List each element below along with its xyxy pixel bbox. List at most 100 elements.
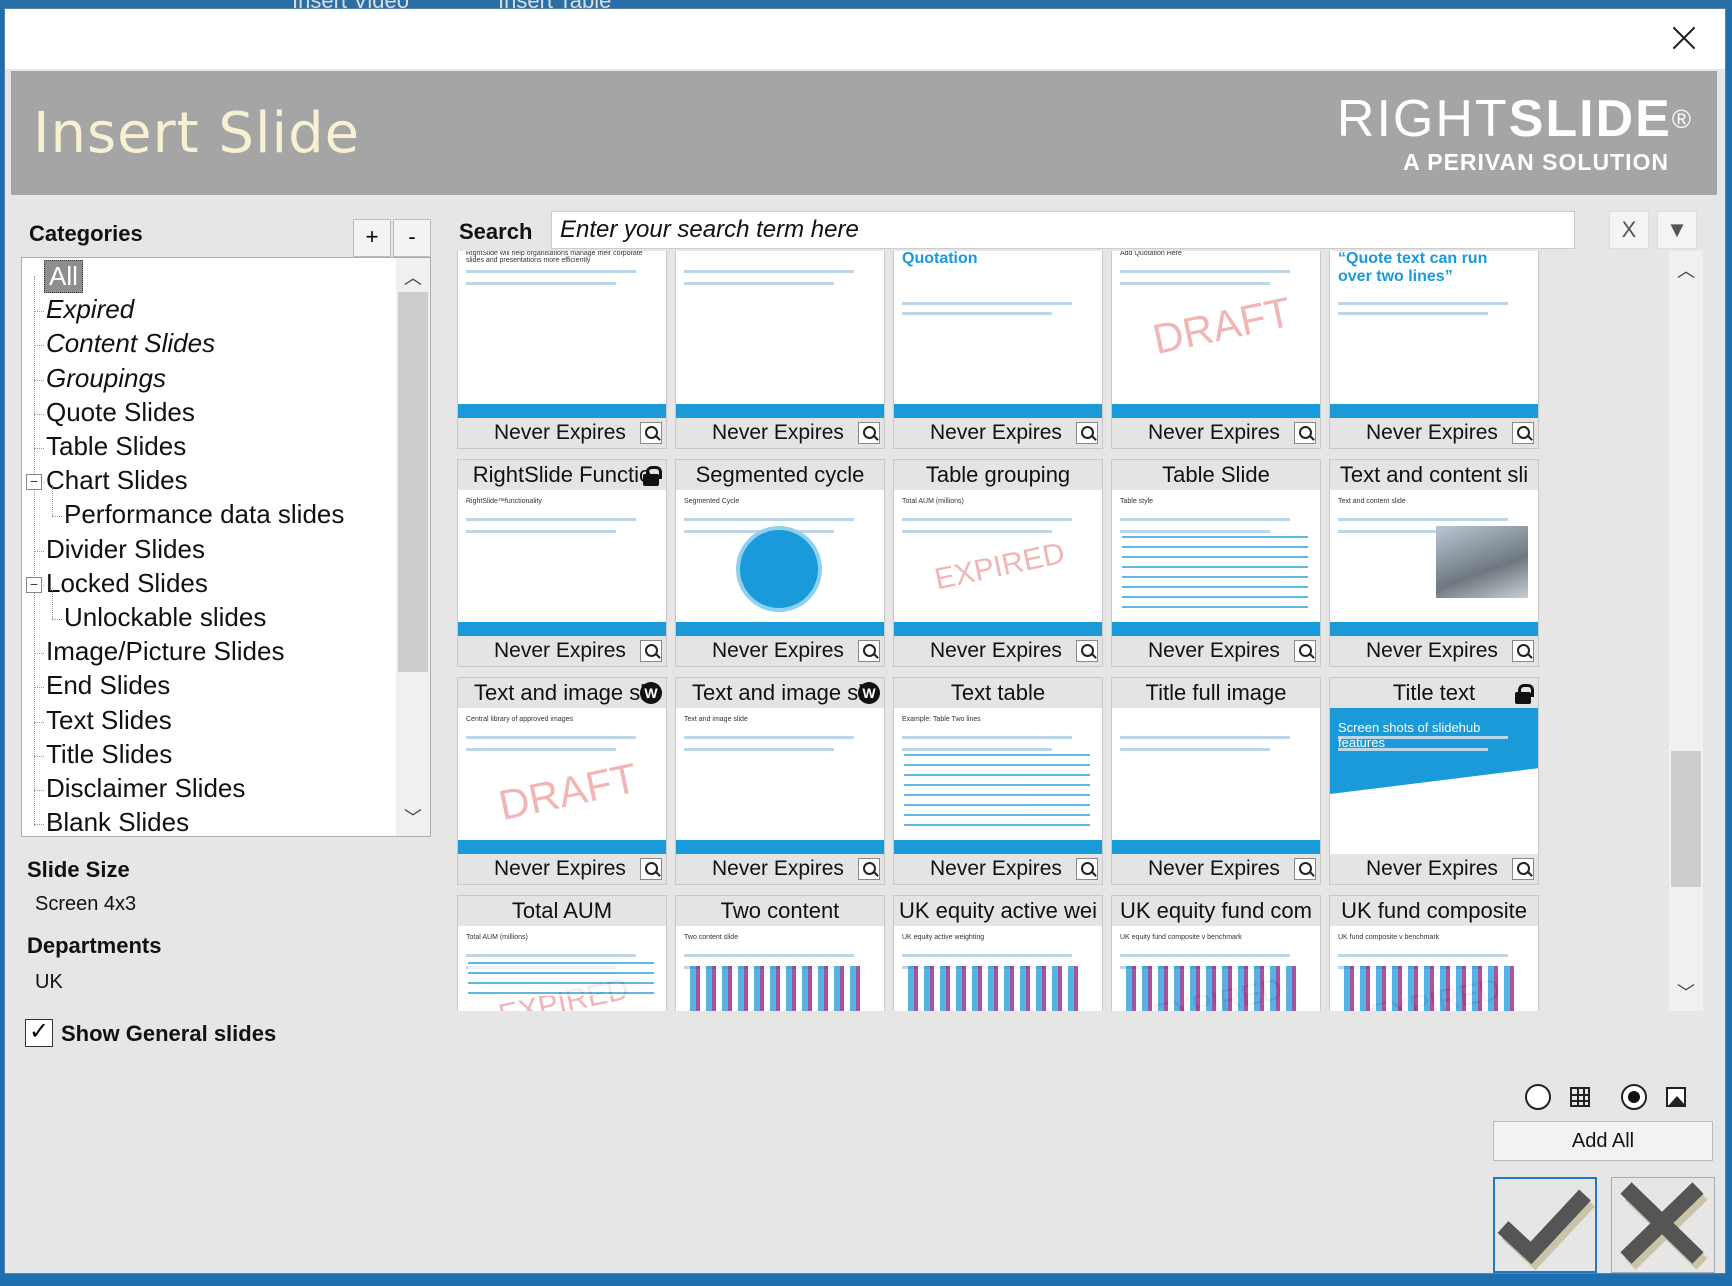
close-button[interactable] [1669,23,1699,53]
slide-tile[interactable]: UK equity fund com UK equity fund compos… [1111,895,1321,1011]
slide-thumbnail[interactable] [676,251,884,420]
category-item[interactable]: Disclaimer Slides [46,773,245,804]
category-item[interactable]: Text Slides [46,705,172,736]
zoom-icon[interactable] [640,858,662,880]
ok-button[interactable] [1493,1177,1597,1273]
zoom-icon[interactable] [1076,422,1098,444]
slide-thumbnail[interactable]: Total AUM (millions) EXPIRED [458,926,666,1011]
category-tree[interactable]: ︿ ﹀ All Expired Content Slides Groupings Quo… [21,257,431,837]
slide-tile[interactable]: UK fund composite UK fund composite v be… [1329,895,1539,1011]
slide-tile[interactable]: UK equity active wei UK equity active we… [893,895,1103,1011]
scroll-down-icon[interactable]: ﹀ [1677,979,1695,1005]
image-view-radio[interactable] [1621,1084,1647,1110]
zoom-icon[interactable] [640,640,662,662]
slide-tile[interactable]: Text table Example: Table Two lines Neve… [893,677,1103,885]
draft-watermark: DRAFT [1148,287,1296,364]
category-item[interactable]: All [44,260,83,293]
slide-thumbnail[interactable]: Add Quotation Here DRAFT [1112,251,1320,420]
clear-search-button[interactable]: X [1609,211,1649,249]
category-item[interactable]: End Slides [46,670,170,701]
slide-tile[interactable]: Segmented cycle Segmented Cycle Never Ex… [675,459,885,667]
show-general-checkbox[interactable]: ✓ [25,1019,53,1047]
slide-thumbnail[interactable]: Text and image slide [676,708,884,856]
thumbnail-caption: Table style [1120,498,1154,505]
show-general-label[interactable]: Show General slides [61,1021,276,1047]
scroll-up-icon[interactable]: ︿ [1677,257,1695,283]
slide-thumbnail[interactable]: Screen shots of slidehub features [1330,708,1538,856]
list-view-radio[interactable] [1525,1084,1551,1110]
slide-tile[interactable]: Table grouping Total AUM (millions) EXPI… [893,459,1103,667]
zoom-icon[interactable] [1294,422,1316,444]
slide-tile[interactable]: Quotation Never Expires [893,251,1103,449]
category-item[interactable]: Content Slides [46,328,215,359]
slide-tile[interactable]: RightSlide will help organisations manag… [457,251,667,449]
slide-thumbnail[interactable]: Segmented Cycle [676,490,884,638]
grid-scroll-thumb[interactable] [1671,751,1701,887]
slide-thumbnail[interactable]: Table style [1112,490,1320,638]
zoom-icon[interactable] [640,422,662,444]
slide-tile[interactable]: Title text Screen shots of slidehub feat… [1329,677,1539,885]
expiry-label: Never Expires [676,418,884,448]
category-item[interactable]: Locked Slides [46,568,208,599]
grid-scrollbar[interactable]: ︿ ﹀ [1669,251,1703,1011]
category-item[interactable]: Unlockable slides [64,602,266,633]
slide-tile[interactable]: “Quote text can run over two lines” Neve… [1329,251,1539,449]
slide-tile[interactable]: Add Quotation Here DRAFT Never Expires [1111,251,1321,449]
slide-thumbnail[interactable]: Text and content slide [1330,490,1538,638]
slide-thumbnail[interactable]: RightSlide will help organisations manag… [458,251,666,420]
slide-thumbnail[interactable]: UK fund composite v benchmark EXPIRED [1330,926,1538,1011]
search-options-button[interactable]: ▼ [1657,211,1697,249]
slide-tile[interactable]: Never Expires [675,251,885,449]
slide-tile[interactable]: Table Slide Table style Never Expires [1111,459,1321,667]
zoom-icon[interactable] [858,422,880,444]
category-item[interactable]: Quote Slides [46,397,195,428]
slide-thumbnail[interactable]: Two content slide [676,926,884,1011]
tree-scroll-thumb[interactable] [398,292,428,672]
slide-tile[interactable]: RightSlide Functio RightSlide™functional… [457,459,667,667]
category-item[interactable]: Divider Slides [46,534,205,565]
slide-thumbnail[interactable] [1112,708,1320,856]
slide-tile[interactable]: Two content Two content slide [675,895,885,1011]
add-all-button[interactable]: Add All [1493,1121,1713,1161]
category-item[interactable]: Groupings [46,363,166,394]
slide-thumbnail[interactable]: RightSlide™functionality [458,490,666,638]
zoom-icon[interactable] [1294,858,1316,880]
expand-all-button[interactable]: + [353,219,391,257]
expiry-label: Never Expires [1330,636,1538,666]
search-input[interactable] [551,211,1575,249]
slide-thumbnail[interactable]: Total AUM (millions) EXPIRED [894,490,1102,638]
tree-scrollbar[interactable]: ︿ ﹀ [396,258,430,836]
zoom-icon[interactable] [1512,640,1534,662]
category-item[interactable]: Blank Slides [46,807,189,836]
category-item[interactable]: Expired [46,294,134,325]
zoom-icon[interactable] [1512,422,1534,444]
cancel-button[interactable] [1611,1177,1715,1273]
slide-thumbnail[interactable]: Quotation [894,251,1102,420]
scroll-down-icon[interactable]: ﹀ [404,804,422,830]
zoom-icon[interactable] [1076,858,1098,880]
category-item[interactable]: Title Slides [46,739,172,770]
category-item[interactable]: Table Slides [46,431,186,462]
zoom-icon[interactable] [1294,640,1316,662]
zoom-icon[interactable] [858,640,880,662]
slide-tile[interactable]: Text and image sli Text and image slide … [675,677,885,885]
collapse-all-button[interactable]: - [393,219,431,257]
slide-thumbnail[interactable]: UK equity fund composite v benchmark EXP… [1112,926,1320,1011]
slide-thumbnail[interactable]: “Quote text can run over two lines” [1330,251,1538,420]
scroll-up-icon[interactable]: ︿ [404,264,422,290]
slide-tile[interactable]: Text and image sli Central library of ap… [457,677,667,885]
category-item[interactable]: Chart Slides [46,465,188,496]
collapse-toggle-icon[interactable]: − [26,474,42,491]
slide-thumbnail[interactable]: UK equity active weighting [894,926,1102,1011]
slide-tile[interactable]: Title full image Never Expires [1111,677,1321,885]
category-item[interactable]: Image/Picture Slides [46,636,284,667]
zoom-icon[interactable] [858,858,880,880]
slide-tile[interactable]: Total AUM Total AUM (millions) EXPIRED [457,895,667,1011]
slide-tile[interactable]: Text and content sli Text and content sl… [1329,459,1539,667]
slide-thumbnail[interactable]: Central library of approved images DRAFT [458,708,666,856]
zoom-icon[interactable] [1512,858,1534,880]
zoom-icon[interactable] [1076,640,1098,662]
slide-thumbnail[interactable]: Example: Table Two lines [894,708,1102,856]
collapse-toggle-icon[interactable]: − [26,576,42,593]
category-item[interactable]: Performance data slides [64,499,344,530]
